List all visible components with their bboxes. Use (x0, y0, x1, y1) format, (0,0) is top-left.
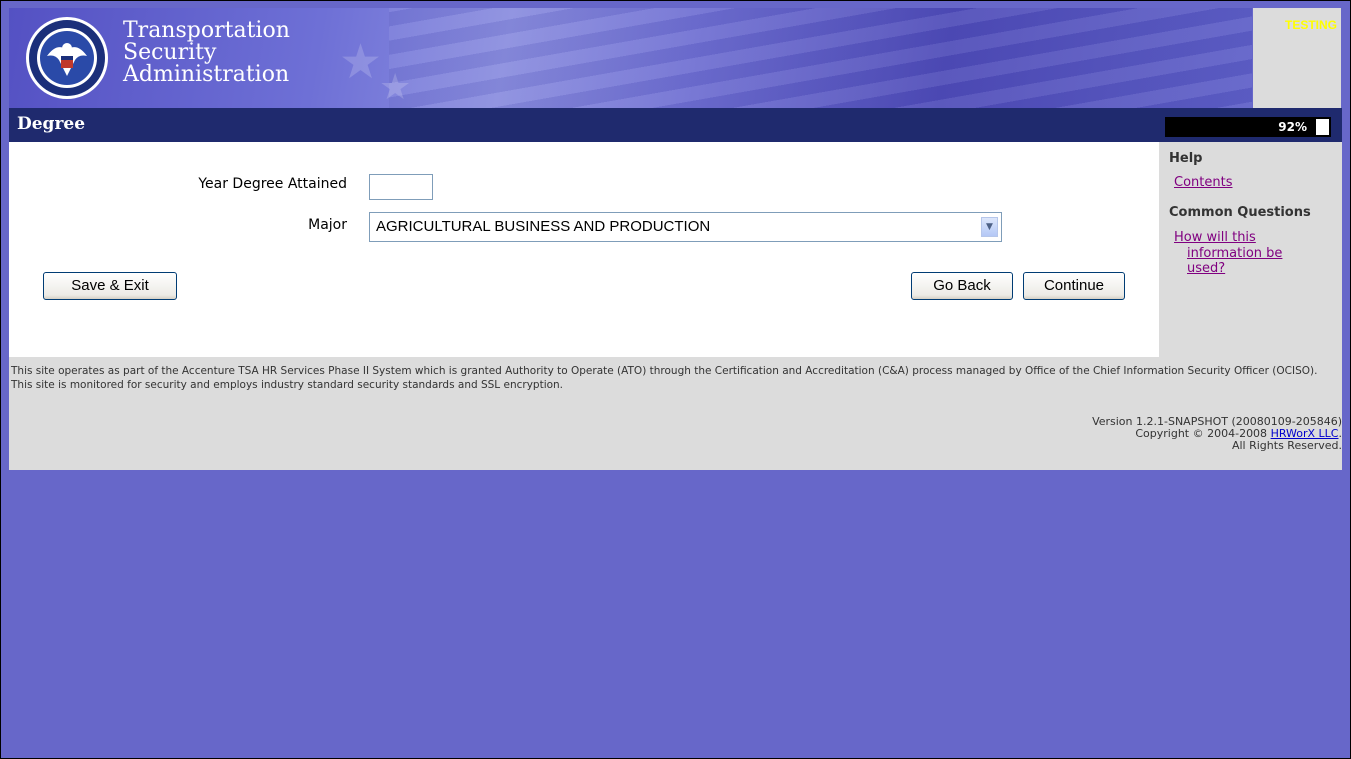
security-disclaimer: This site operates as part of the Accent… (11, 365, 1318, 391)
question-link-line-3[interactable]: used? (1187, 261, 1225, 276)
flag-stripes-decoration (389, 8, 1252, 108)
main-content: Year Degree Attained Major AGRICULTURAL … (9, 142, 1159, 357)
footer: This site operates as part of the Accent… (9, 357, 1342, 470)
agency-name-line-1: Transportation (123, 18, 290, 43)
header-banner: ★ ★ Transportation Security Administrati… (9, 8, 1252, 108)
agency-name: Transportation Security Administration (123, 20, 290, 86)
progress-percent: 92% (1278, 120, 1307, 134)
page-title: Degree (17, 114, 86, 134)
progress-remaining (1316, 119, 1329, 135)
help-panel: Help Contents Common Questions How will … (1159, 142, 1342, 357)
title-bar: Degree 92% (9, 108, 1342, 142)
common-questions-title: Common Questions (1169, 205, 1311, 220)
major-label: Major (308, 217, 347, 233)
version-info: Version 1.2.1-SNAPSHOT (20080109-205846)… (1092, 416, 1342, 452)
continue-button[interactable]: Continue (1023, 272, 1125, 300)
page-frame: ★ ★ Transportation Security Administrati… (0, 0, 1351, 759)
environment-indicator: TESTING (1253, 8, 1341, 108)
year-degree-label: Year Degree Attained (198, 176, 347, 192)
help-title: Help (1169, 151, 1203, 166)
environment-label: TESTING (1284, 18, 1337, 32)
chevron-down-icon[interactable]: ▼ (981, 217, 998, 237)
question-link-line-1[interactable]: How will this (1174, 230, 1256, 245)
major-select[interactable]: AGRICULTURAL BUSINESS AND PRODUCTION ▼ (369, 212, 1002, 242)
help-contents-link[interactable]: Contents (1174, 175, 1232, 190)
major-selected-value: AGRICULTURAL BUSINESS AND PRODUCTION (376, 218, 711, 235)
progress-bar: 92% (1165, 117, 1331, 137)
star-decoration: ★ (339, 34, 383, 90)
go-back-button[interactable]: Go Back (911, 272, 1013, 300)
rights-text: All Rights Reserved. (1231, 439, 1342, 452)
agency-name-line-3: Administration (123, 62, 290, 87)
year-degree-input[interactable] (369, 174, 433, 200)
dhs-seal-icon (26, 17, 108, 99)
question-link-line-2[interactable]: information be (1187, 246, 1282, 261)
save-exit-button[interactable]: Save & Exit (43, 272, 177, 300)
star-decoration: ★ (379, 67, 412, 108)
agency-name-line-2: Security (123, 40, 217, 65)
